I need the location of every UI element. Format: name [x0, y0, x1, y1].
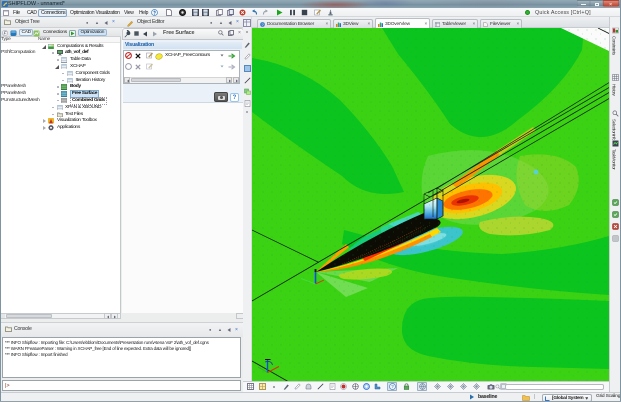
svg-text:F: F: [4, 31, 7, 36]
